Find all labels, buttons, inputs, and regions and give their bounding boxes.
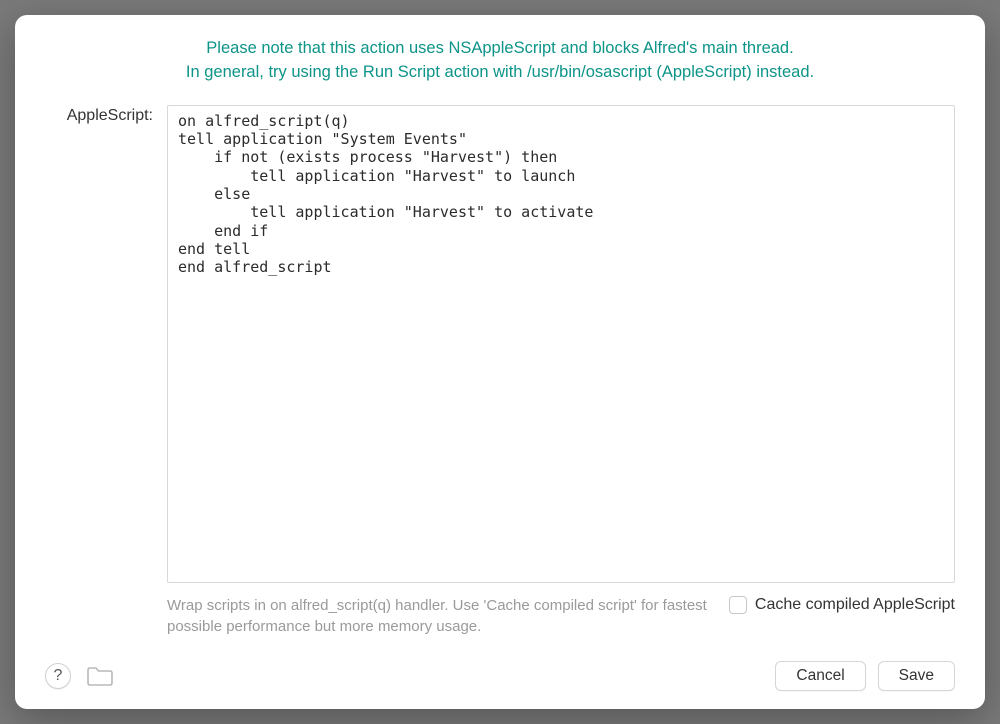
save-button[interactable]: Save (878, 661, 955, 691)
cache-checkbox-wrap[interactable]: Cache compiled AppleScript (729, 595, 955, 614)
warning-notice: Please note that this action uses NSAppl… (45, 37, 955, 85)
below-script-row: Wrap scripts in on alfred_script(q) hand… (167, 595, 955, 637)
cancel-button[interactable]: Cancel (775, 661, 865, 691)
footer-row: ? Cancel Save (45, 661, 955, 691)
folder-icon (86, 664, 114, 688)
dialog-window: Please note that this action uses NSAppl… (15, 15, 985, 709)
footer-left: ? (45, 663, 115, 689)
hint-text: Wrap scripts in on alfred_script(q) hand… (167, 595, 709, 637)
help-icon: ? (54, 667, 63, 685)
footer-right: Cancel Save (775, 661, 955, 691)
applescript-label: AppleScript: (45, 105, 153, 637)
open-folder-button[interactable] (85, 663, 115, 689)
notice-line-2: In general, try using the Run Script act… (186, 63, 814, 81)
content-column: Wrap scripts in on alfred_script(q) hand… (167, 105, 955, 637)
notice-line-1: Please note that this action uses NSAppl… (206, 39, 793, 57)
main-content-row: AppleScript: Wrap scripts in on alfred_s… (45, 105, 955, 637)
applescript-input[interactable] (167, 105, 955, 583)
cache-checkbox-label: Cache compiled AppleScript (755, 596, 955, 614)
help-button[interactable]: ? (45, 663, 71, 689)
cache-checkbox[interactable] (729, 596, 747, 614)
